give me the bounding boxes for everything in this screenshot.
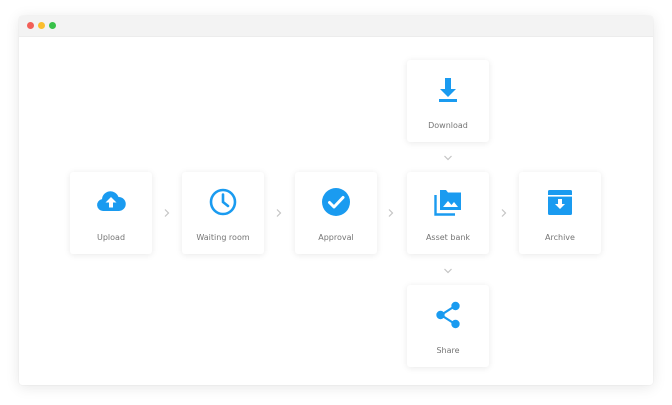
close-dot-icon[interactable] xyxy=(27,22,34,29)
upload-card[interactable]: Upload xyxy=(70,172,152,254)
waiting-room-label: Waiting room xyxy=(196,233,250,242)
chevron-right-icon xyxy=(274,208,284,218)
approval-card[interactable]: Approval xyxy=(295,172,377,254)
window-titlebar xyxy=(19,16,653,37)
download-label: Download xyxy=(428,121,468,130)
share-label: Share xyxy=(436,346,460,355)
upload-label: Upload xyxy=(96,233,126,242)
chevron-right-icon xyxy=(386,208,396,218)
maximize-dot-icon[interactable] xyxy=(49,22,56,29)
waiting-room-card[interactable]: Waiting room xyxy=(182,172,264,254)
archive-box-icon xyxy=(544,186,576,218)
archive-label: Archive xyxy=(545,233,575,242)
share-icon xyxy=(432,299,464,331)
minimize-dot-icon[interactable] xyxy=(38,22,45,29)
chevron-down-icon xyxy=(443,153,453,163)
share-card[interactable]: Share xyxy=(407,285,489,367)
asset-bank-card[interactable]: Asset bank xyxy=(407,172,489,254)
asset-bank-label: Asset bank xyxy=(425,233,471,242)
cloud-upload-icon xyxy=(95,186,127,218)
download-card[interactable]: Download xyxy=(407,60,489,142)
approval-label: Approval xyxy=(318,233,354,242)
check-circle-icon xyxy=(320,186,352,218)
archive-card[interactable]: Archive xyxy=(519,172,601,254)
chevron-right-icon xyxy=(499,208,509,218)
clock-icon xyxy=(207,186,239,218)
chevron-down-icon xyxy=(443,266,453,276)
download-icon xyxy=(432,74,464,106)
photo-library-icon xyxy=(432,186,464,218)
chevron-right-icon xyxy=(162,208,172,218)
